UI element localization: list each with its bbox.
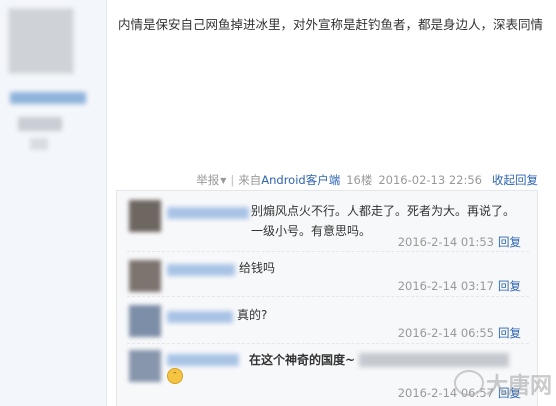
floor-number: 16楼	[346, 173, 373, 187]
reply-time: 2016-2-14 01:53	[397, 235, 494, 249]
author-avatar[interactable]	[8, 8, 74, 74]
watermark-logo-icon	[454, 370, 484, 396]
reply-meta: 2016-2-14 01:53 回复	[398, 234, 521, 250]
reply-button[interactable]: 回复	[498, 279, 521, 293]
post-content: 内情是保安自己网鱼掉进冰里，对外宣称是赶钓鱼者，都是身边人，深表同情	[118, 17, 544, 32]
author-level-badge	[18, 117, 62, 131]
author-name[interactable]	[10, 92, 86, 104]
reply-time: 2016-2-14 03:17	[397, 279, 494, 293]
reply-username[interactable]	[167, 354, 239, 366]
tail-from: 来自	[238, 173, 262, 187]
collapse-replies-button[interactable]: 收起回复	[492, 172, 538, 188]
reply-avatar[interactable]	[129, 305, 161, 337]
dropdown-caret-icon: ▼	[220, 176, 227, 185]
watermark: 大唐网	[485, 373, 552, 399]
reply-avatar[interactable]	[129, 200, 161, 232]
smiley-emoji-icon: ᵔ	[167, 368, 183, 384]
tail-divider: |	[230, 173, 235, 187]
reply-avatar[interactable]	[129, 350, 161, 382]
reply-text: 给钱吗	[239, 261, 276, 275]
reply-item: 真的? 2016-2-14 06:55 回复	[127, 297, 529, 344]
reply-button[interactable]: 回复	[498, 326, 521, 340]
reply-meta: 2016-2-14 03:17 回复	[398, 278, 521, 294]
reply-text: 真的?	[237, 308, 268, 322]
reply-item: 别煽风点火不行。人都走了。死者为大。再说了。一级小号。有意思吗。 2016-2-…	[127, 197, 529, 252]
reply-text: 在这个神奇的国度~	[249, 353, 356, 367]
report-link[interactable]: 举报▼	[196, 172, 226, 188]
reply-button[interactable]: 回复	[498, 235, 521, 249]
reply-item: 给钱吗 2016-2-14 03:17 回复	[127, 252, 529, 297]
author-sidebar	[0, 0, 107, 406]
reply-username[interactable]	[167, 311, 233, 323]
reply-username[interactable]	[167, 207, 249, 219]
post-tail: 举报▼ | 来自 Android客户端 16楼 2016-02-13 22:56 …	[196, 171, 538, 189]
reply-avatar[interactable]	[129, 260, 161, 292]
client-link[interactable]: Android客户端	[261, 172, 340, 188]
reply-text-blurred	[359, 353, 509, 367]
post-time: 2016-02-13 22:56	[378, 173, 482, 187]
reply-username[interactable]	[167, 264, 235, 276]
reply-meta: 2016-2-14 06:55 回复	[398, 325, 521, 341]
author-extra-badge	[30, 138, 48, 150]
reply-time: 2016-2-14 06:55	[397, 326, 494, 340]
